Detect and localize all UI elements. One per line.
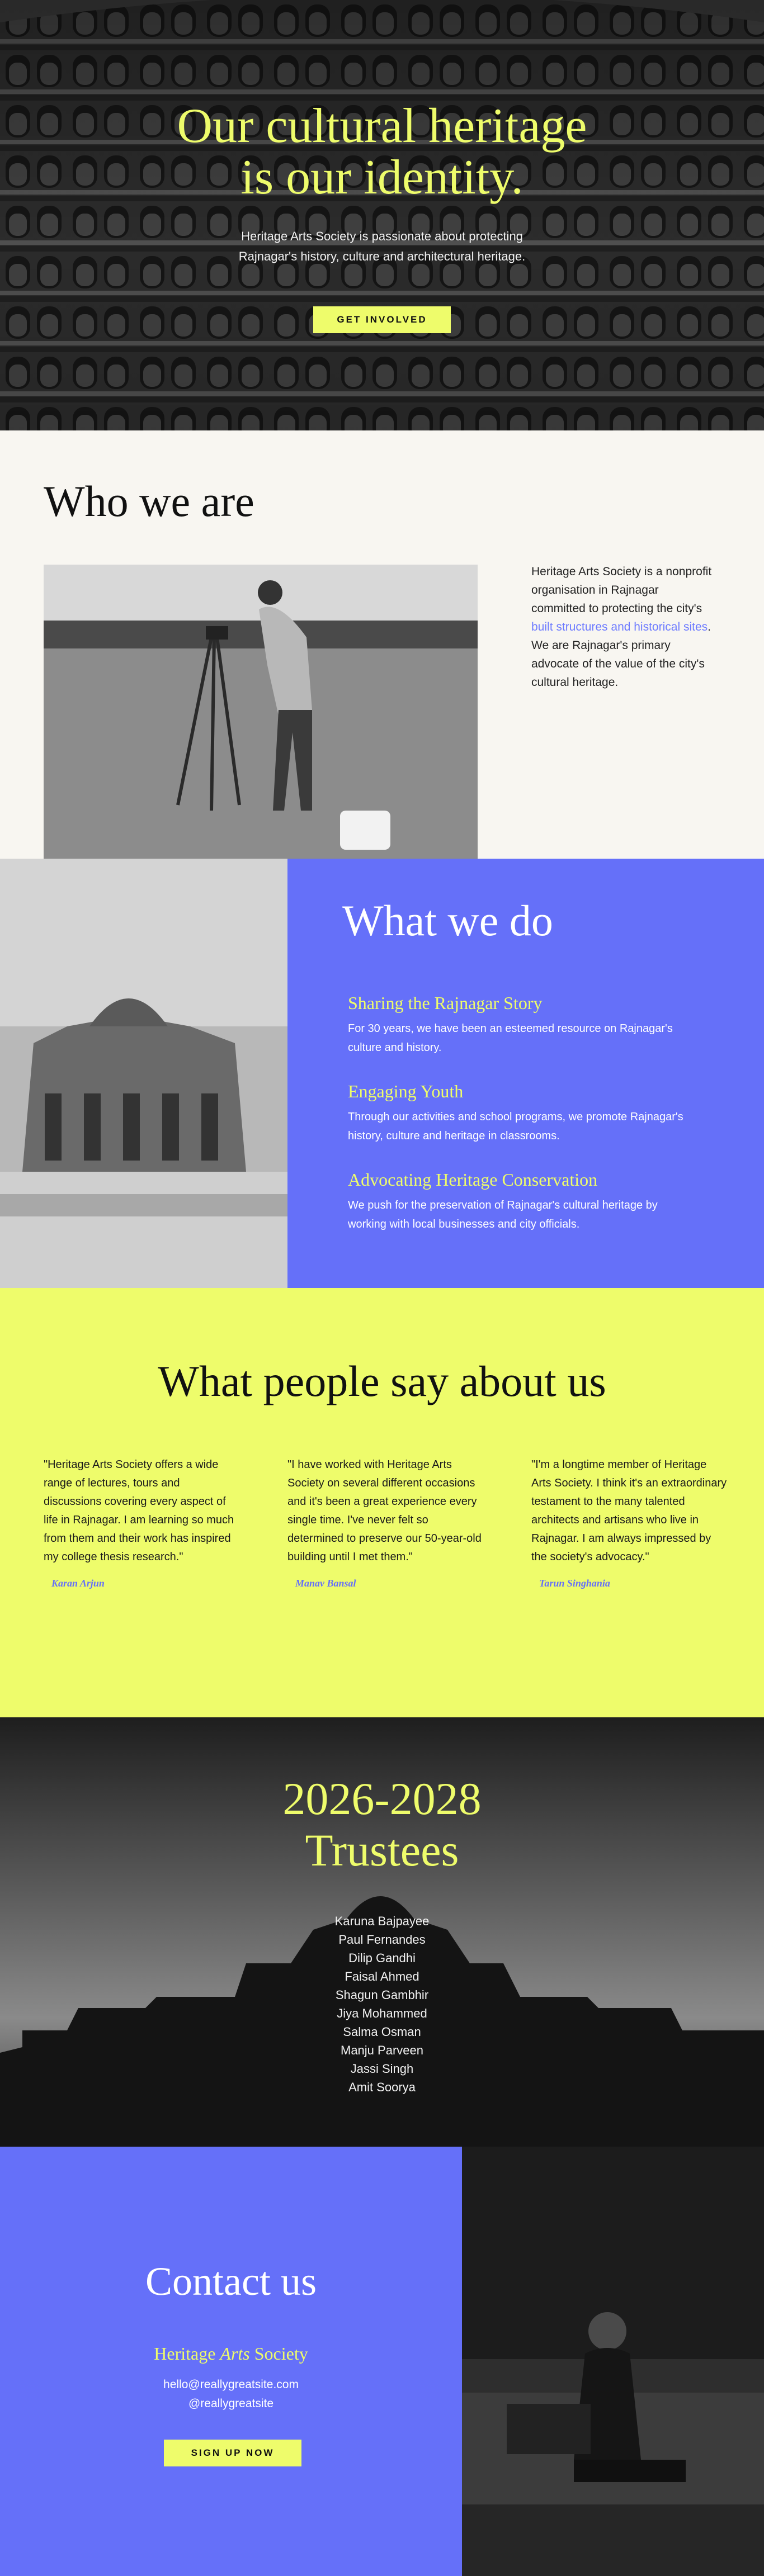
who-description: Heritage Arts Society is a nonprofit org… (531, 562, 716, 692)
wwd-item-title: Advocating Heritage Conservation (348, 1169, 598, 1190)
testimonial-quote: "Heritage Arts Society offers a wide ran… (44, 1459, 234, 1563)
trustees-section: 2026-2028 Trustees Karuna Bajpayee Paul … (0, 1717, 764, 2147)
what-we-do-heading: What we do (342, 896, 553, 945)
hero-overlay (0, 0, 764, 430)
who-heading: Who we are (44, 477, 254, 525)
wwd-item-title: Engaging Youth (348, 1081, 464, 1101)
trustees-heading-line2: Trustees (305, 1825, 459, 1876)
wwd-item-text: For 30 years, we have been an esteemed r… (348, 1022, 673, 1054)
wwd-item-youth: Engaging Youth Through our activities an… (348, 1081, 695, 1145)
trustees-heading-line1: 2026-2028 (282, 1773, 482, 1824)
testimonials-section: What people say about us "Heritage Arts … (0, 1288, 764, 1717)
trustee-name: Jassi Singh (350, 2062, 414, 2076)
who-desc-part1: Heritage Arts Society is a nonprofit org… (531, 565, 712, 615)
org-name-part1: Heritage (154, 2343, 220, 2364)
testimonial-author: Manav Bansal (295, 1578, 356, 1589)
contact-heading: Contact us (145, 2259, 317, 2304)
temple-photo (0, 859, 287, 1288)
hero-title-line2: is our identity. (240, 150, 524, 205)
org-name-italic: Arts (220, 2343, 250, 2364)
hero-subtitle-line2: Rajnagar's history, culture and architec… (238, 249, 526, 263)
trustee-name: Faisal Ahmed (345, 1969, 419, 1983)
hero-section: Our cultural heritage is our identity. H… (0, 0, 764, 430)
trustee-name: Manju Parveen (341, 2043, 423, 2057)
contact-section: Contact us Heritage Arts Society hello@r… (0, 2147, 764, 2576)
trustees-heading: 2026-2028 Trustees (0, 1773, 764, 1876)
testimonial-card: "Heritage Arts Society offers a wide ran… (44, 1456, 239, 1589)
hero-title: Our cultural heritage is our identity. (0, 101, 764, 203)
who-we-are-section: Who we are Heritage Arts Society is a no… (0, 430, 764, 859)
trustee-name: Karuna Bajpayee (334, 1914, 430, 1928)
woman-laptop-photo (462, 2147, 764, 2576)
sign-up-button[interactable]: SIGN UP NOW (164, 2440, 301, 2466)
wwd-item-text: We push for the preservation of Rajnagar… (348, 1199, 658, 1230)
testimonial-card: "I have worked with Heritage Arts Societ… (287, 1456, 483, 1589)
trustee-name: Amit Soorya (348, 2080, 416, 2094)
testimonial-author: Karan Arjun (51, 1578, 105, 1589)
get-involved-button[interactable]: GET INVOLVED (313, 306, 451, 333)
trustee-name: Dilip Gandhi (348, 1951, 416, 1965)
trustee-list: Karuna Bajpayee Paul Fernandes Dilip Gan… (0, 1912, 764, 2096)
trustee-name: Jiya Mohammed (337, 2006, 427, 2020)
org-name: Heritage Arts Society (0, 2343, 462, 2364)
wwd-item-story: Sharing the Rajnagar Story For 30 years,… (348, 993, 695, 1057)
wwd-item-title: Sharing the Rajnagar Story (348, 993, 543, 1013)
surveyor-photo (44, 565, 478, 859)
wwd-item-text: Through our activities and school progra… (348, 1111, 683, 1142)
testimonial-author: Tarun Singhania (539, 1578, 610, 1589)
hero-subtitle-line1: Heritage Arts Society is passionate abou… (241, 229, 523, 243)
testimonial-quote: "I'm a longtime member of Heritage Arts … (531, 1459, 727, 1563)
contact-handle[interactable]: @reallygreatsite (0, 2397, 462, 2411)
wwd-item-conservation: Advocating Heritage Conservation We push… (348, 1169, 695, 1234)
trustee-name: Shagun Gambhir (335, 1988, 429, 2002)
hero-title-line1: Our cultural heritage (177, 99, 587, 153)
built-structures-link[interactable]: built structures and historical sites (531, 621, 708, 633)
trustee-name: Salma Osman (343, 2025, 421, 2039)
hero-subtitle: Heritage Arts Society is passionate abou… (0, 226, 764, 267)
testimonials-heading: What people say about us (158, 1357, 606, 1405)
testimonial-quote: "I have worked with Heritage Arts Societ… (287, 1459, 482, 1563)
contact-email[interactable]: hello@reallygreatsite.com (0, 2378, 462, 2392)
what-we-do-section: What we do Sharing the Rajnagar Story Fo… (0, 859, 764, 1288)
trustee-name: Paul Fernandes (338, 1933, 426, 1947)
testimonial-card: "I'm a longtime member of Heritage Arts … (531, 1456, 727, 1589)
org-name-part2: Society (249, 2343, 308, 2364)
